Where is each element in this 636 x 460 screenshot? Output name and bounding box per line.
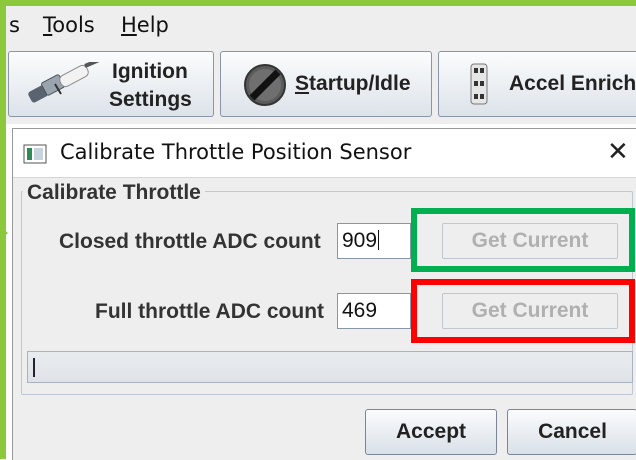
menu-help-mnemonic: H [121, 13, 137, 37]
startup-mnemonic: S [295, 72, 310, 95]
full-throttle-highlight [411, 279, 635, 343]
close-icon[interactable]: ✕ [607, 137, 629, 167]
startup-rest: tartup/Idle [309, 72, 411, 95]
cancel-button[interactable]: Cancel [507, 409, 636, 455]
left-arrow-pointer [0, 226, 8, 240]
calibrate-throttle-group-title: Calibrate Throttle [23, 181, 205, 205]
menu-tools-rest: ools [52, 13, 95, 37]
closed-throttle-value: 909 [342, 229, 378, 252]
accept-button[interactable]: Accept [365, 409, 497, 455]
ignition-label-line2: Settings [109, 88, 192, 111]
dialog-titlebar[interactable]: Calibrate Throttle Position Sensor ✕ [13, 129, 636, 178]
accel-enrich-label: Accel Enrich [509, 72, 636, 95]
ignition-label-line1: Ignition [112, 60, 188, 83]
menu-item-help[interactable]: Help [121, 13, 169, 37]
spark-plug-icon [28, 62, 100, 103]
full-throttle-label: Full throttle ADC count [95, 300, 325, 323]
closed-throttle-label: Closed throttle ADC count [59, 230, 321, 253]
progress-caret [33, 358, 35, 377]
startup-idle-label: Startup/Idle [295, 72, 411, 96]
closed-throttle-adc-field[interactable]: 909 [337, 223, 411, 259]
app-window-icon [23, 144, 47, 164]
toolbar: Ignition Settings Startup/Idle Accel Enr… [6, 46, 636, 124]
full-throttle-adc-field[interactable]: 469 [337, 293, 411, 329]
closed-throttle-highlight [411, 208, 635, 272]
idle-knob-icon [244, 64, 286, 106]
menu-item-truncated[interactable]: s [9, 13, 20, 37]
startup-idle-button[interactable]: Startup/Idle [220, 51, 432, 117]
menu-bar: s Tools Help [6, 6, 636, 46]
accel-enrich-icon [470, 63, 488, 105]
ignition-settings-button[interactable]: Ignition Settings [8, 51, 214, 117]
accel-enrich-button[interactable]: Accel Enrich [438, 51, 636, 117]
full-throttle-value: 469 [342, 299, 378, 322]
calibration-progress-bar [27, 351, 633, 383]
menu-item-tools[interactable]: Tools [43, 13, 95, 37]
menu-tools-mnemonic: T [43, 13, 53, 37]
text-caret [378, 230, 380, 250]
menu-help-rest: elp [136, 13, 169, 37]
calibrate-tps-dialog: Calibrate Throttle Position Sensor ✕ Cal… [12, 128, 636, 460]
dialog-title: Calibrate Throttle Position Sensor [60, 140, 412, 164]
